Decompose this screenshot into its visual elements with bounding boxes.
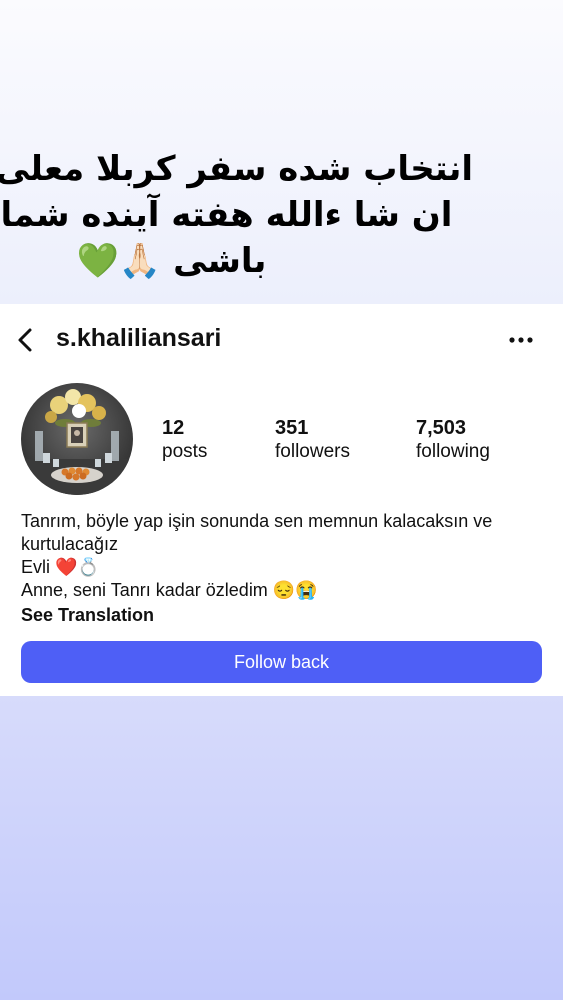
following-stat[interactable]: 7,503 following bbox=[416, 416, 490, 464]
caption-line-1: انتخاب شده سفر کربلا معلی bbox=[0, 149, 473, 189]
username: s.khaliliansari bbox=[56, 324, 222, 352]
following-label: following bbox=[416, 441, 490, 462]
posts-count: 12 bbox=[162, 417, 185, 439]
following-count: 7,503 bbox=[416, 417, 467, 439]
profile-header: s.khaliliansari bbox=[0, 304, 563, 376]
ellipsis-icon[interactable] bbox=[505, 328, 537, 352]
bio-line-3: Anne, seni Tanrı kadar özledim 😔😭 bbox=[21, 580, 318, 600]
followers-stat[interactable]: 351 followers bbox=[275, 416, 350, 464]
avatar-image bbox=[21, 383, 133, 495]
profile-bio: Tanrım, böyle yap işin sonunda sen memnu… bbox=[21, 510, 541, 627]
posts-label: posts bbox=[162, 441, 208, 462]
see-translation-link[interactable]: See Translation bbox=[21, 604, 541, 627]
chevron-left-icon[interactable] bbox=[14, 326, 38, 354]
caption-line-2: ان شا ءالله هفته آینده شما bbox=[0, 195, 453, 235]
bio-line-1: Tanrım, böyle yap işin sonunda sen memnu… bbox=[21, 511, 493, 554]
profile-card: s.khaliliansari 12 posts 351 followers 7… bbox=[0, 304, 563, 696]
followers-label: followers bbox=[275, 441, 350, 462]
story-caption: انتخاب شده سفر کربلا معلی ان شا ءالله هف… bbox=[0, 146, 563, 284]
follow-back-button[interactable]: Follow back bbox=[21, 641, 542, 683]
followers-count: 351 bbox=[275, 417, 309, 439]
caption-line-3: باشی 🙏🏻💚 bbox=[76, 241, 267, 281]
posts-stat[interactable]: 12 posts bbox=[162, 416, 207, 464]
story-background-bottom bbox=[0, 696, 563, 1000]
avatar[interactable] bbox=[21, 383, 133, 495]
bio-line-2: Evli ❤️💍 bbox=[21, 557, 100, 577]
